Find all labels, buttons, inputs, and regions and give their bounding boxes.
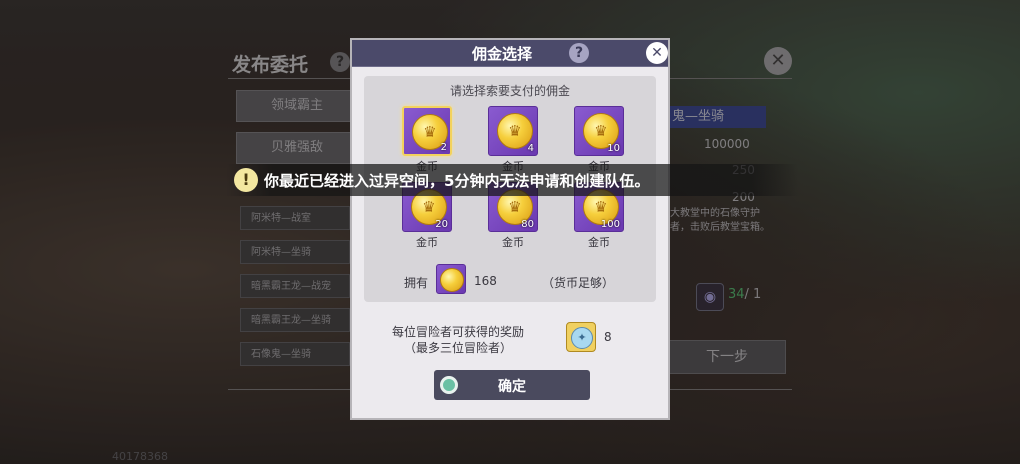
confirm-button[interactable]: 确定 (434, 370, 590, 400)
reward-description: 每位冒险者可获得的奖励 （最多三位冒险者） (372, 324, 544, 356)
coin-label: 金币 (588, 236, 610, 249)
close-icon[interactable]: ✕ (646, 42, 668, 64)
coin-option-10[interactable]: ♛ 10 (574, 106, 624, 156)
coin-label: 金币 (502, 236, 524, 249)
owned-coin-icon (436, 264, 466, 294)
reward-line-1: 每位冒险者可获得的奖励 (391, 325, 524, 339)
owned-amount: 168 (474, 274, 497, 288)
coin-quantity: 20 (435, 219, 448, 230)
coin-quantity: 10 (607, 143, 620, 154)
medal-icon: ✦ (571, 327, 593, 349)
coin-label: 金币 (416, 236, 438, 249)
coin-quantity: 80 (521, 219, 534, 230)
modal-title: 佣金选择 (472, 45, 533, 63)
reward-line-2: （最多三位冒险者） (403, 341, 512, 355)
commission-modal: 佣金选择 ? ✕ 请选择索要支付的佣金 ♛ 2 金币 ♛ 4 金币 ♛ 10 金… (350, 38, 670, 420)
toast-notification: ! 你最近已经进入过异空间，5分钟内无法申请和创建队伍。 (226, 164, 798, 196)
help-icon[interactable]: ? (569, 43, 589, 63)
currency-enough-text: （货币足够） (542, 276, 615, 290)
coin-quantity: 100 (600, 219, 620, 230)
reward-item-icon: ✦ (566, 322, 596, 352)
instruction-text: 请选择索要支付的佣金 (449, 84, 570, 98)
coin-option-4[interactable]: ♛ 4 (488, 106, 538, 156)
coin-quantity: 2 (440, 142, 447, 153)
confirm-label: 确定 (498, 379, 526, 395)
exclamation-icon: ! (234, 168, 258, 192)
coin-option-2[interactable]: ♛ 2 (402, 106, 452, 156)
reward-count: 8 (604, 330, 612, 344)
toast-message: 你最近已经进入过异空间，5分钟内无法申请和创建队伍。 (264, 172, 650, 190)
coin-quantity: 4 (527, 143, 534, 154)
modal-header: 佣金选择 ? ✕ (352, 40, 668, 67)
owned-label: 拥有 (404, 276, 429, 290)
